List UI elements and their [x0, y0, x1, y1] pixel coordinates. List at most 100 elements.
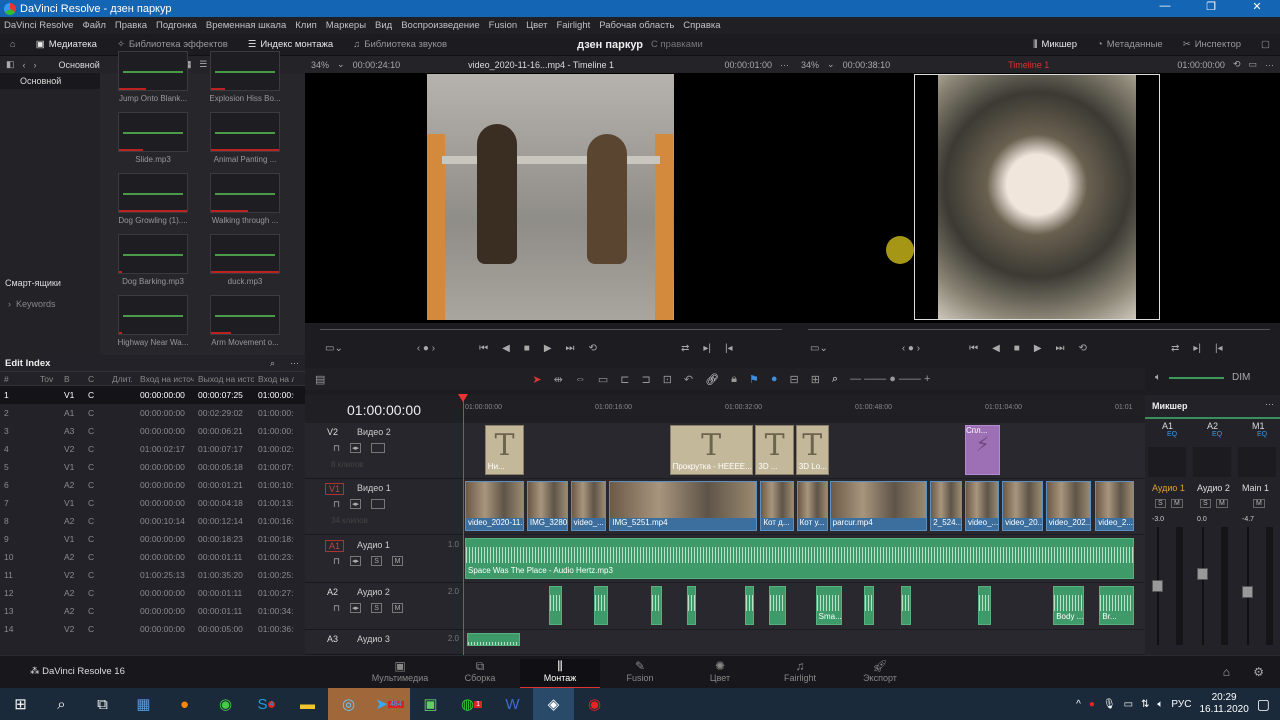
mark-in-button[interactable]: ▸|: [1193, 343, 1201, 354]
skype-icon[interactable]: S4: [246, 688, 287, 720]
inspector-button[interactable]: ✂ Инспектор: [1173, 39, 1251, 50]
audio-clip[interactable]: [466, 633, 521, 646]
menu-item[interactable]: Рабочая область: [599, 20, 674, 31]
close-button[interactable]: ✕: [1234, 0, 1280, 13]
workspace-icon[interactable]: ⌂: [0, 39, 26, 50]
play-reverse-button[interactable]: ◀: [992, 343, 1000, 354]
match-frame-button[interactable]: ⇄: [1171, 343, 1179, 354]
audio-clip[interactable]: Body ...: [1053, 586, 1085, 625]
eq-button[interactable]: EQ: [1257, 431, 1267, 438]
expand-icon[interactable]: ▢: [1251, 39, 1280, 50]
audio-clip[interactable]: Sma...: [815, 586, 842, 625]
chrome-icon[interactable]: ◉: [205, 688, 246, 720]
clock[interactable]: 20:29 16.11.2020: [1199, 692, 1248, 716]
page-tab-4[interactable]: ✺ Цвет: [680, 659, 760, 683]
auto-select-icon[interactable]: ◂▸: [350, 556, 362, 566]
track-header-v1[interactable]: V1 Видео 1 ⊓ ◂▸ 34 клипов: [305, 479, 463, 535]
audio-clip[interactable]: [900, 586, 912, 625]
microphone-icon[interactable]: 🎙︎: [1103, 699, 1116, 710]
forward-icon[interactable]: ›: [34, 60, 37, 70]
disable-track-icon[interactable]: [371, 443, 386, 453]
dim-button[interactable]: DIM: [1232, 372, 1250, 383]
menu-item[interactable]: Fusion: [489, 20, 518, 31]
search-icon[interactable]: ⌕: [270, 358, 275, 369]
menu-item[interactable]: Временная шкала: [206, 20, 286, 31]
zoom-detail-icon[interactable]: ⊞: [811, 373, 820, 386]
start-windows-icon[interactable]: ⊞: [0, 688, 41, 720]
zoom-full-icon[interactable]: ⊟: [789, 373, 798, 386]
eq-button[interactable]: EQ: [1212, 431, 1222, 438]
mute-button[interactable]: M: [1171, 499, 1183, 508]
eq-button[interactable]: EQ: [1167, 431, 1177, 438]
table-row[interactable]: 5 V1 C 00:00:00:00 00:00:05:18 01:00:07:2: [0, 458, 305, 476]
overwrite-clip-icon[interactable]: ⊐: [641, 373, 650, 386]
loop-button[interactable]: ⟲: [589, 343, 597, 354]
source-scrubber[interactable]: [320, 329, 782, 330]
network-icon[interactable]: ⇅: [1141, 699, 1149, 710]
menu-item[interactable]: Вид: [375, 20, 392, 31]
video-clip[interactable]: video_20...: [1002, 481, 1044, 531]
mute-button[interactable]: M: [1253, 499, 1265, 508]
snapping-icon[interactable]: ↶: [684, 373, 693, 386]
audio-clip-thumbnail[interactable]: [210, 295, 280, 335]
table-row[interactable]: 11 V2 C 01:00:25:13 01:00:35:20 01:00:25:1: [0, 566, 305, 584]
jump-start-button[interactable]: ⏮: [969, 343, 978, 354]
battery-icon[interactable]: ▭: [1124, 699, 1133, 710]
table-row[interactable]: 3 A3 C 00:00:00:00 00:00:06:21 01:00:00:1: [0, 422, 305, 440]
audio-clip-thumbnail[interactable]: [210, 112, 280, 152]
audio-clip[interactable]: [593, 586, 609, 625]
source-zoom[interactable]: 34%: [311, 60, 329, 70]
timeline-name[interactable]: Timeline 1: [1008, 60, 1049, 70]
menu-item[interactable]: Подгонка: [156, 20, 197, 31]
timeline-view-options-icon[interactable]: ▤: [315, 373, 325, 386]
audio-clip[interactable]: Space Was The Place - Audio Hertz.mp3: [465, 538, 1134, 579]
app-icon[interactable]: ◎: [328, 688, 369, 720]
table-row[interactable]: 4 V2 C 01:00:02:17 01:00:07:17 01:00:02:0: [0, 440, 305, 458]
audio-clip-thumbnail[interactable]: [210, 234, 280, 274]
table-row[interactable]: 14 V2 C 00:00:00:00 00:00:05:00 01:00:36:0: [0, 620, 305, 638]
viewer-mode-icon[interactable]: ▭: [1248, 59, 1257, 70]
title-clip[interactable]: T Ни...: [484, 425, 525, 475]
fader-handle[interactable]: [1197, 568, 1208, 581]
audio-clip[interactable]: [549, 586, 563, 625]
audio-clip-thumbnail[interactable]: [210, 51, 280, 91]
viewer-options-icon[interactable]: ▭⌄: [325, 343, 343, 354]
track-name[interactable]: Видео 1: [357, 483, 391, 493]
column-header[interactable]: #: [0, 374, 36, 384]
video-clip[interactable]: video_...: [570, 481, 606, 531]
title-clip[interactable]: T Прокрутка - HEEEE...: [669, 425, 753, 475]
program-zoom[interactable]: 34%: [801, 60, 819, 70]
audio-clip-thumbnail[interactable]: [118, 173, 188, 213]
home-icon[interactable]: ⌂: [1223, 665, 1230, 679]
trim-tool-icon[interactable]: ⇹: [554, 373, 563, 386]
metadata-button[interactable]: ◔ Метаданные: [1087, 39, 1173, 50]
video-clip[interactable]: video_2...: [1095, 481, 1134, 531]
disable-track-icon[interactable]: [371, 499, 386, 509]
menu-item[interactable]: Маркеры: [326, 20, 366, 31]
timeline-viewer[interactable]: [795, 73, 1280, 323]
zoom-custom-icon[interactable]: ⌕: [832, 373, 838, 386]
video-clip[interactable]: Кот у...: [796, 481, 828, 531]
fader-handle[interactable]: [1242, 586, 1253, 598]
page-tab-0[interactable]: ▣ Мультимедиа: [360, 659, 440, 683]
menu-item[interactable]: Файл: [83, 20, 106, 31]
davinci-resolve-icon[interactable]: ◈: [533, 688, 574, 720]
back-icon[interactable]: ‹: [23, 60, 26, 70]
audio-clip-thumbnail[interactable]: [118, 112, 188, 152]
audio-clip-thumbnail[interactable]: [118, 295, 188, 335]
page-tab-5[interactable]: ♫ Fairlight: [760, 659, 840, 683]
audio-clip[interactable]: [864, 586, 875, 625]
audio-clip-thumbnail[interactable]: [118, 51, 188, 91]
volume-slider[interactable]: [1169, 376, 1224, 379]
stop-button[interactable]: ■: [1014, 343, 1020, 354]
task-view-icon[interactable]: ⧉: [82, 688, 123, 720]
jump-start-button[interactable]: ⏮: [479, 343, 488, 354]
track-name[interactable]: Аудио 2: [357, 587, 390, 597]
track-id[interactable]: V2: [327, 427, 338, 437]
audio-clip-thumbnail[interactable]: [118, 234, 188, 274]
more-icon[interactable]: ···: [780, 60, 789, 70]
timeline-ruler[interactable]: 01:00:00:00 01:00:16:00 01:00:32:00 01:00:4…: [463, 395, 1145, 423]
lock-icon[interactable]: ⊓: [333, 556, 340, 567]
source-clip-name[interactable]: video_2020-11-16...mp4 - Timeline 1: [468, 60, 614, 70]
recorder-icon[interactable]: ◉: [574, 688, 615, 720]
